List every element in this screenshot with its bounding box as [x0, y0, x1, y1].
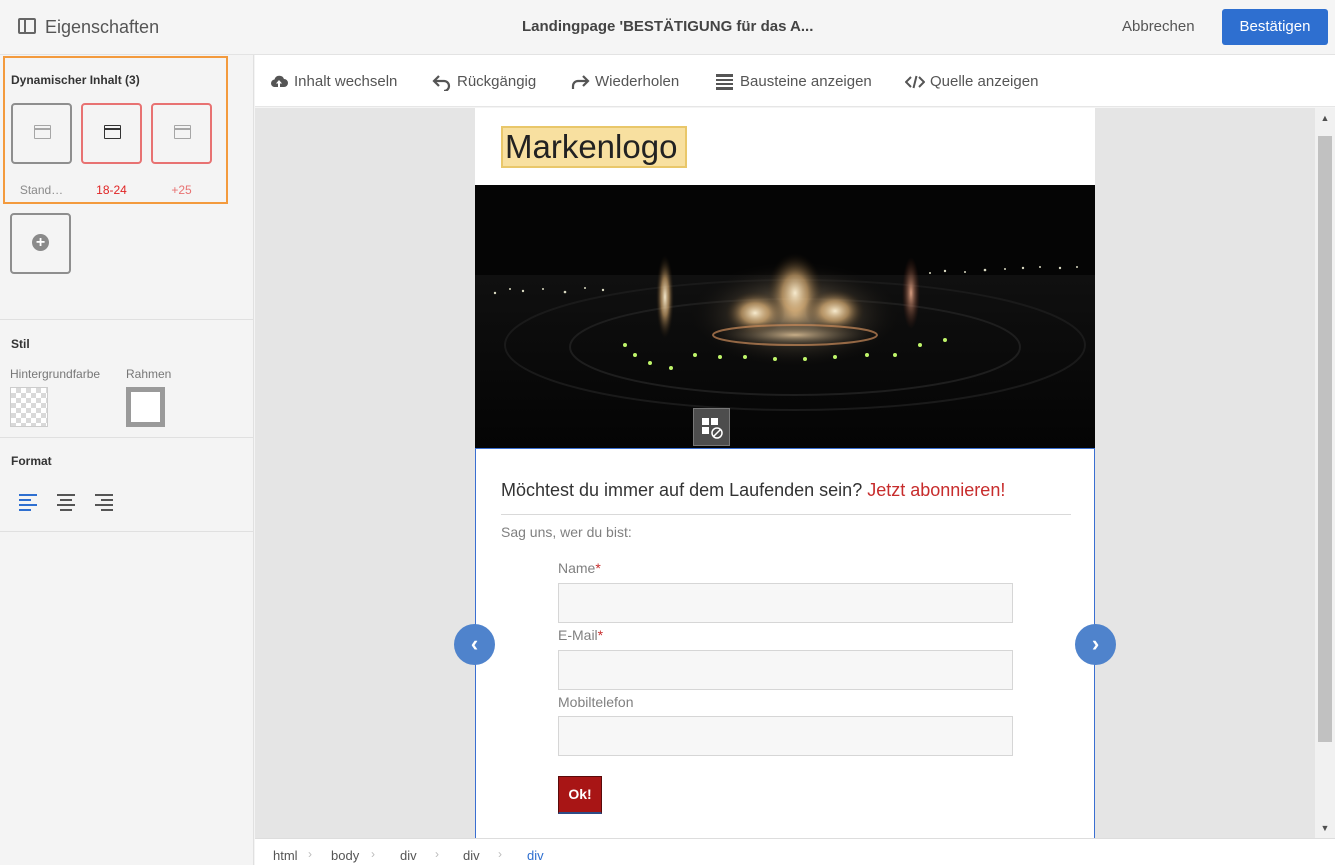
editor-toolbar: Inhalt wechseln Rückgängig Wiederholen B…: [255, 55, 1335, 107]
previous-variant-button[interactable]: ‹: [454, 624, 495, 665]
plus-circle-icon: +: [32, 234, 49, 251]
mobile-field[interactable]: [558, 716, 1013, 756]
image-badge-glyph: [702, 418, 723, 439]
redo-icon: [571, 75, 590, 89]
list-icon: [716, 74, 733, 90]
align-right-icon[interactable]: [95, 493, 115, 511]
style-section-title: Stil: [11, 337, 30, 351]
breadcrumb-html[interactable]: html: [273, 848, 298, 863]
window-icon: [174, 125, 191, 139]
breadcrumb-separator-icon: ›: [435, 847, 439, 861]
align-left-icon[interactable]: [19, 493, 39, 511]
dynamic-content-title: Dynamischer Inhalt (3): [11, 73, 140, 87]
chevron-left-icon: ‹: [470, 631, 479, 656]
switch-content-label: Inhalt wechseln: [294, 73, 398, 90]
format-section-title: Format: [11, 454, 52, 468]
breadcrumb-body[interactable]: body: [331, 848, 359, 863]
undo-label: Rückgängig: [457, 73, 537, 90]
image-settings-icon[interactable]: [693, 408, 730, 446]
divider: [501, 514, 1071, 515]
breadcrumb-separator-icon: ›: [371, 847, 375, 861]
panel-title: Eigenschaften: [45, 17, 160, 37]
night-fountain-image[interactable]: [475, 185, 1095, 448]
breadcrumb-div[interactable]: div: [400, 848, 417, 863]
properties-sidebar: Dynamischer Inhalt (3) Stand… 18-24 +25 …: [0, 55, 254, 865]
top-bar: Eigenschaften Landingpage 'BESTÄTIGUNG f…: [0, 0, 1335, 55]
confirm-button[interactable]: Bestätigen: [1222, 9, 1328, 45]
variant-25-tile[interactable]: [151, 103, 212, 164]
window-icon: [104, 125, 121, 139]
divider: [0, 531, 253, 532]
breadcrumb-div[interactable]: div: [463, 848, 480, 863]
email-label: E-Mail*: [558, 627, 604, 643]
fountain-illustration: [475, 185, 1095, 448]
breadcrumb-div-current[interactable]: div: [527, 848, 544, 863]
document-title: Landingpage 'BESTÄTIGUNG für das A...: [522, 18, 814, 35]
headline-text: Möchtest du immer auf dem Laufenden sein…: [501, 480, 863, 500]
name-label: Name*: [558, 560, 601, 576]
email-field[interactable]: [558, 650, 1013, 690]
add-variant-button[interactable]: +: [10, 213, 71, 274]
headline-accent: Jetzt abonnieren!: [867, 480, 1006, 500]
landing-page-preview: Markenlogo Möchtest du immer auf dem Lau…: [475, 108, 1095, 838]
variant-25-label: +25: [171, 183, 192, 197]
cancel-button[interactable]: Abbrechen: [1112, 10, 1205, 44]
divider: [0, 319, 253, 320]
background-color-label: Hintergrundfarbe: [10, 367, 101, 381]
border-swatch[interactable]: [126, 387, 165, 427]
brand-logo[interactable]: Markenlogo: [501, 126, 687, 168]
element-breadcrumb: html › body › div › div › div: [255, 838, 1335, 865]
mobile-label: Mobiltelefon: [558, 694, 634, 710]
editor-canvas: Markenlogo Möchtest du immer auf dem Lau…: [255, 108, 1315, 838]
border-label: Rahmen: [126, 367, 172, 381]
show-source-label: Quelle anzeigen: [930, 73, 1039, 90]
variant-18-24-label: 18-24: [96, 183, 127, 197]
subscription-form-block[interactable]: Möchtest du immer auf dem Laufenden sein…: [475, 448, 1095, 838]
cloud-upload-icon: [271, 75, 288, 87]
align-center-icon[interactable]: [57, 493, 77, 511]
submit-button[interactable]: Ok!: [558, 776, 602, 814]
variant-standard-label: Stand…: [19, 183, 64, 197]
dynamic-content-panel: Dynamischer Inhalt (3) Stand… 18-24 +25: [3, 56, 228, 204]
variant-18-24-tile[interactable]: [81, 103, 142, 164]
variant-standard-tile[interactable]: [11, 103, 72, 164]
divider: [0, 437, 253, 438]
window-icon: [34, 125, 51, 139]
panel-toggle-icon[interactable]: [18, 18, 36, 34]
background-color-swatch[interactable]: [10, 387, 48, 427]
form-intro: Sag uns, wer du bist:: [501, 524, 632, 540]
breadcrumb-separator-icon: ›: [498, 847, 502, 861]
scrollbar-thumb[interactable]: [1318, 136, 1332, 742]
code-icon: [905, 75, 925, 89]
form-headline: Möchtest du immer auf dem Laufenden sein…: [501, 480, 1005, 501]
chevron-right-icon: ›: [1091, 631, 1100, 656]
scroll-down-icon[interactable]: ▼: [1319, 822, 1331, 834]
show-blocks-label: Bausteine anzeigen: [740, 73, 872, 90]
redo-label: Wiederholen: [595, 73, 680, 90]
undo-icon: [432, 75, 451, 91]
scroll-up-icon[interactable]: ▲: [1319, 112, 1331, 124]
breadcrumb-separator-icon: ›: [308, 847, 312, 861]
next-variant-button[interactable]: ›: [1075, 624, 1116, 665]
name-field[interactable]: [558, 583, 1013, 623]
